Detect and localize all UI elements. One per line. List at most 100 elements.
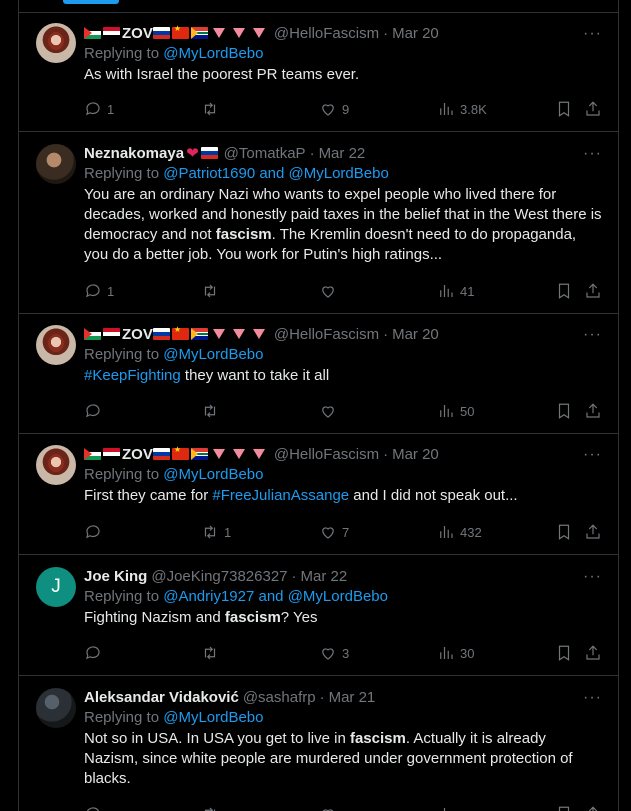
display-name[interactable]: ZOV — [122, 446, 153, 463]
share-button[interactable] — [584, 644, 602, 662]
share-button[interactable] — [584, 523, 602, 541]
bookmark-button[interactable] — [555, 282, 573, 300]
tweet-date[interactable]: Mar 21 — [329, 689, 376, 706]
reply-button[interactable] — [84, 644, 107, 662]
retweet-button[interactable] — [201, 282, 224, 300]
more-icon[interactable]: ··· — [583, 446, 602, 464]
avatar[interactable] — [36, 144, 76, 184]
views-button[interactable]: 30 — [437, 644, 474, 662]
bookmark-icon — [558, 101, 570, 117]
views-button[interactable]: 50 — [437, 402, 474, 420]
replying-prefix: Replying to — [84, 466, 160, 483]
bookmark-button[interactable] — [555, 402, 573, 420]
reply-button[interactable] — [84, 523, 107, 541]
more-icon[interactable]: ··· — [583, 568, 602, 586]
tweet[interactable]: Aleksandar Vidaković @sashafrp · Mar 21 … — [19, 676, 618, 811]
user-handle[interactable]: @HelloFascism — [274, 326, 379, 343]
share-button[interactable] — [584, 100, 602, 118]
bookmark-icon — [558, 806, 570, 811]
bookmark-button[interactable] — [555, 805, 573, 811]
retweet-icon — [204, 807, 216, 811]
replying-prefix: Replying to — [84, 45, 160, 62]
tweet-text: Not so in USA. In USA you get to live in… — [84, 729, 602, 789]
retweet-count: 1 — [224, 524, 232, 540]
retweet-icon — [204, 102, 216, 116]
reply-button[interactable]: 1 — [84, 100, 114, 118]
views-button[interactable]: 432 — [437, 523, 482, 541]
bookmark-button[interactable] — [555, 523, 573, 541]
tweet-date[interactable]: Mar 22 — [319, 145, 366, 162]
user-handle[interactable]: @TomatkaP — [224, 145, 306, 162]
retweet-button[interactable] — [201, 805, 219, 811]
tweet-actions: 1 9 3.8K — [84, 99, 602, 119]
like-button[interactable]: 9 — [319, 100, 349, 118]
tweet[interactable]: J Joe King @JoeKing73826327 · Mar 22 ···… — [19, 555, 618, 676]
share-button[interactable] — [584, 282, 602, 300]
tweet-header: Joe King @JoeKing73826327 · Mar 22 — [84, 566, 602, 586]
avatar[interactable]: J — [36, 567, 76, 607]
replying-to-link[interactable]: @MyLordBebo — [163, 45, 263, 62]
tweet[interactable]: ZOV @HelloFascism · Mar 20 ··· Replying … — [19, 434, 618, 555]
user-handle[interactable]: @JoeKing73826327 — [151, 568, 287, 585]
reply-thread: ZOV @HelloFascism · Mar 20 ··· Replying … — [18, 0, 619, 811]
replying-to-link[interactable]: @MyLordBebo — [163, 709, 263, 726]
tweet-text: First they came for #FreeJulianAssange a… — [84, 486, 602, 506]
avatar[interactable] — [36, 445, 76, 485]
tweet-text-bold: fascism — [224, 609, 281, 626]
avatar[interactable] — [36, 325, 76, 365]
retweet-icon — [204, 525, 216, 539]
retweet-button[interactable] — [201, 100, 224, 118]
hashtag-link[interactable]: #FreeJulianAssange — [212, 487, 349, 504]
reply-icon — [86, 102, 100, 116]
tweet-date[interactable]: Mar 20 — [392, 446, 439, 463]
display-name[interactable]: Neznakomaya — [84, 145, 184, 162]
tweet-date[interactable]: Mar 20 — [392, 326, 439, 343]
bookmark-button[interactable] — [555, 644, 573, 662]
reply-button[interactable]: 1 — [84, 282, 114, 300]
more-icon[interactable]: ··· — [583, 326, 602, 344]
bookmark-button[interactable] — [555, 100, 573, 118]
views-count: 3.8K — [460, 101, 487, 117]
user-handle[interactable]: @sashafrp — [243, 689, 316, 706]
tweet-date[interactable]: Mar 20 — [392, 25, 439, 42]
tweet[interactable]: ZOV @HelloFascism · Mar 20 ··· Replying … — [19, 13, 618, 132]
share-button[interactable] — [584, 805, 602, 811]
display-name[interactable]: ZOV — [122, 326, 153, 343]
display-name[interactable]: ZOV — [122, 25, 153, 42]
avatar[interactable] — [36, 688, 76, 728]
tweet[interactable]: ZOV @HelloFascism · Mar 20 ··· Replying … — [19, 314, 618, 434]
tweet-date[interactable]: Mar 22 — [301, 568, 348, 585]
replying-prefix: Replying to — [84, 346, 160, 363]
hashtag-link[interactable]: #KeepFighting — [84, 367, 181, 384]
views-button[interactable]: 41 — [437, 282, 474, 300]
more-icon[interactable]: ··· — [583, 25, 602, 43]
reply-button[interactable] — [84, 402, 107, 420]
views-button[interactable] — [437, 805, 455, 811]
retweet-button[interactable]: 1 — [201, 523, 231, 541]
user-handle[interactable]: @HelloFascism — [274, 446, 379, 463]
views-button[interactable]: 3.8K — [437, 100, 487, 118]
reply-button[interactable] — [84, 805, 102, 811]
replying-to: Replying to @MyLordBebo — [84, 707, 602, 729]
user-handle[interactable]: @HelloFascism — [274, 25, 379, 42]
like-button[interactable] — [319, 282, 342, 300]
replying-to-link[interactable]: @MyLordBebo — [163, 346, 263, 363]
avatar[interactable] — [36, 23, 76, 63]
like-button[interactable]: 7 — [319, 523, 349, 541]
display-name[interactable]: Joe King — [84, 568, 147, 585]
share-button[interactable] — [584, 402, 602, 420]
retweet-button[interactable] — [201, 644, 224, 662]
display-name[interactable]: Aleksandar Vidaković — [84, 689, 239, 706]
replying-to-link[interactable]: @MyLordBebo — [163, 466, 263, 483]
more-icon[interactable]: ··· — [583, 689, 602, 707]
like-icon — [322, 286, 334, 298]
tweet[interactable]: Neznakomaya ❤ @TomatkaP · Mar 22 ··· Rep… — [19, 132, 618, 314]
like-button[interactable]: 3 — [319, 644, 349, 662]
replying-to-link[interactable]: @Andriy1927 and @MyLordBebo — [163, 588, 388, 605]
retweet-button[interactable] — [201, 402, 224, 420]
like-button[interactable] — [319, 402, 342, 420]
replying-to-link[interactable]: @Patriot1690 and @MyLordBebo — [163, 165, 389, 182]
more-icon[interactable]: ··· — [583, 145, 602, 163]
tweet-header: Neznakomaya ❤ @TomatkaP · Mar 22 — [84, 143, 602, 163]
like-button[interactable] — [319, 805, 337, 811]
